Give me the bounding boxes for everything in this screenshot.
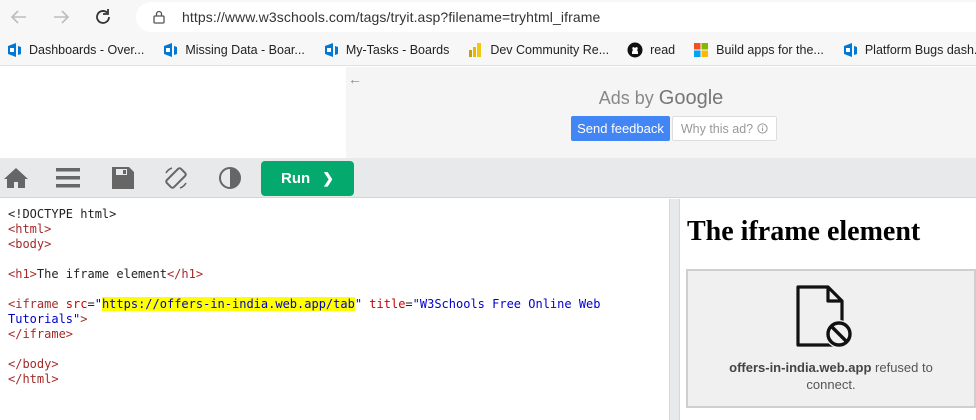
ad-back-arrow-icon[interactable]: ← — [348, 71, 362, 87]
body-close-tag: </body> — [8, 357, 59, 371]
iframe-frame[interactable]: offers-in-india.web.app refused to conne… — [686, 269, 976, 408]
result-heading: The iframe element — [687, 216, 921, 247]
title-value-continued: Tutorials" — [8, 312, 81, 326]
bookmark-label: read — [650, 42, 676, 57]
reload-button[interactable] — [88, 2, 118, 32]
bookmark-my-tasks[interactable]: My-Tasks - Boards — [323, 42, 450, 58]
title-attribute: title — [369, 297, 406, 311]
h1-text: The iframe element — [36, 267, 167, 281]
devops-icon — [843, 42, 857, 57]
ad-panel: ← Ads by Google Send feedback Why this a… — [346, 67, 976, 158]
bookmark-missing-data[interactable]: Missing Data - Boar... — [162, 42, 305, 58]
refused-text-continued: connect. — [806, 377, 856, 392]
google-label: Google — [658, 87, 724, 109]
bookmark-label: Missing Data - Boar... — [185, 42, 305, 57]
bookmark-dev-community[interactable]: Dev Community Re... — [467, 42, 609, 58]
lock-icon[interactable] — [152, 10, 166, 24]
result-pane: The iframe element offers-in-india.web.a… — [680, 199, 976, 420]
html-close-tag: </html> — [8, 372, 59, 386]
rotate-icon[interactable] — [163, 166, 189, 190]
code-line: <h1>The iframe element</h1> — [8, 267, 669, 282]
quote-mark: " — [354, 297, 363, 311]
bookmark-dashboards[interactable]: Dashboards - Over... — [6, 42, 144, 58]
bookmark-label: Dashboards - Over... — [29, 42, 145, 57]
home-icon[interactable] — [3, 166, 29, 190]
bookmark-label: My-Tasks - Boards — [345, 42, 450, 57]
pane-resize-handle[interactable] — [669, 199, 680, 420]
chevron-right-icon: ❯ — [322, 170, 334, 186]
bookmark-build-apps[interactable]: Build apps for the... — [693, 42, 824, 58]
refused-host: offers-in-india.web.app — [729, 360, 872, 375]
github-icon — [627, 42, 643, 57]
address-bar[interactable]: https://www.w3schools.com/tags/tryit.asp… — [136, 2, 976, 32]
code-line: </body> — [8, 357, 669, 372]
code-line: </html> — [8, 372, 669, 387]
powerbi-icon — [469, 42, 482, 57]
devops-icon — [324, 42, 338, 57]
microsoft-icon — [694, 42, 709, 57]
ads-by-google: Ads by Google — [346, 87, 976, 110]
code-line: <!DOCTYPE html> — [8, 207, 669, 222]
bookmark-label: Build apps for the... — [716, 42, 824, 57]
ads-by-label: Ads by — [598, 88, 654, 108]
bookmark-label: Platform Bugs dash... — [864, 42, 976, 57]
h1-close-tag: </h1> — [166, 267, 204, 281]
send-feedback-button[interactable]: Send feedback — [571, 116, 670, 141]
blocked-document-icon — [796, 285, 853, 348]
why-this-ad-button[interactable]: Why this ad? — [672, 116, 777, 141]
bookmark-read[interactable]: read — [627, 42, 675, 58]
run-label: Run — [281, 170, 311, 187]
equals-sign: = — [405, 297, 413, 311]
bookmark-label: Dev Community Re... — [490, 42, 610, 57]
bookmarks-bar: Dashboards - Over... Missing Data - Boar… — [0, 34, 976, 66]
body-open-tag: <body> — [8, 237, 52, 251]
bookmark-platform-bugs[interactable]: Platform Bugs dash... — [842, 42, 976, 58]
refused-message: offers-in-india.web.app refused to conne… — [688, 359, 974, 393]
forward-button[interactable] — [46, 2, 76, 32]
back-button[interactable] — [4, 2, 34, 32]
code-line: <html> — [8, 222, 669, 237]
save-icon[interactable] — [110, 166, 136, 190]
url-text[interactable]: https://www.w3schools.com/tags/tryit.asp… — [182, 9, 600, 25]
title-value: "W3Schools Free Online Web — [412, 297, 601, 311]
refused-text: refused to — [871, 360, 933, 375]
h1-open-tag: <h1> — [8, 267, 37, 281]
iframe-open-tag: <iframe — [8, 297, 66, 311]
devops-icon — [164, 42, 178, 57]
run-button[interactable]: Run ❯ — [261, 161, 354, 196]
code-editor[interactable]: <!DOCTYPE html> <html> <body> <h1>The if… — [0, 199, 669, 420]
code-line: Tutorials"> — [8, 312, 669, 327]
browser-toolbar: https://www.w3schools.com/tags/tryit.asp… — [0, 0, 976, 34]
arrow-left-icon — [10, 10, 26, 24]
tag-close: > — [80, 312, 88, 326]
src-value-highlighted: https://offers-in-india.web.app/tab — [101, 297, 355, 311]
tryit-toolbar: Run ❯ — [0, 158, 976, 198]
code-line: </iframe> — [8, 327, 669, 342]
code-line: <body> — [8, 237, 669, 252]
doctype: <!DOCTYPE html> — [8, 207, 117, 221]
html-open-tag: <html> — [8, 222, 52, 236]
menu-icon[interactable] — [55, 166, 81, 190]
iframe-close-tag: </iframe> — [8, 327, 74, 341]
info-icon — [757, 123, 768, 134]
reload-icon — [96, 9, 110, 24]
ad-area: ← Ads by Google Send feedback Why this a… — [0, 67, 976, 158]
contrast-icon[interactable] — [217, 166, 243, 190]
why-this-ad-label: Why this ad? — [680, 121, 754, 136]
quote-mark: " — [94, 297, 102, 311]
code-line: <iframe src="https://offers-in-india.web… — [8, 297, 669, 312]
arrow-right-icon — [54, 10, 70, 24]
devops-icon — [8, 42, 21, 57]
equals-sign: = — [87, 297, 95, 311]
src-attribute: src — [65, 297, 88, 311]
